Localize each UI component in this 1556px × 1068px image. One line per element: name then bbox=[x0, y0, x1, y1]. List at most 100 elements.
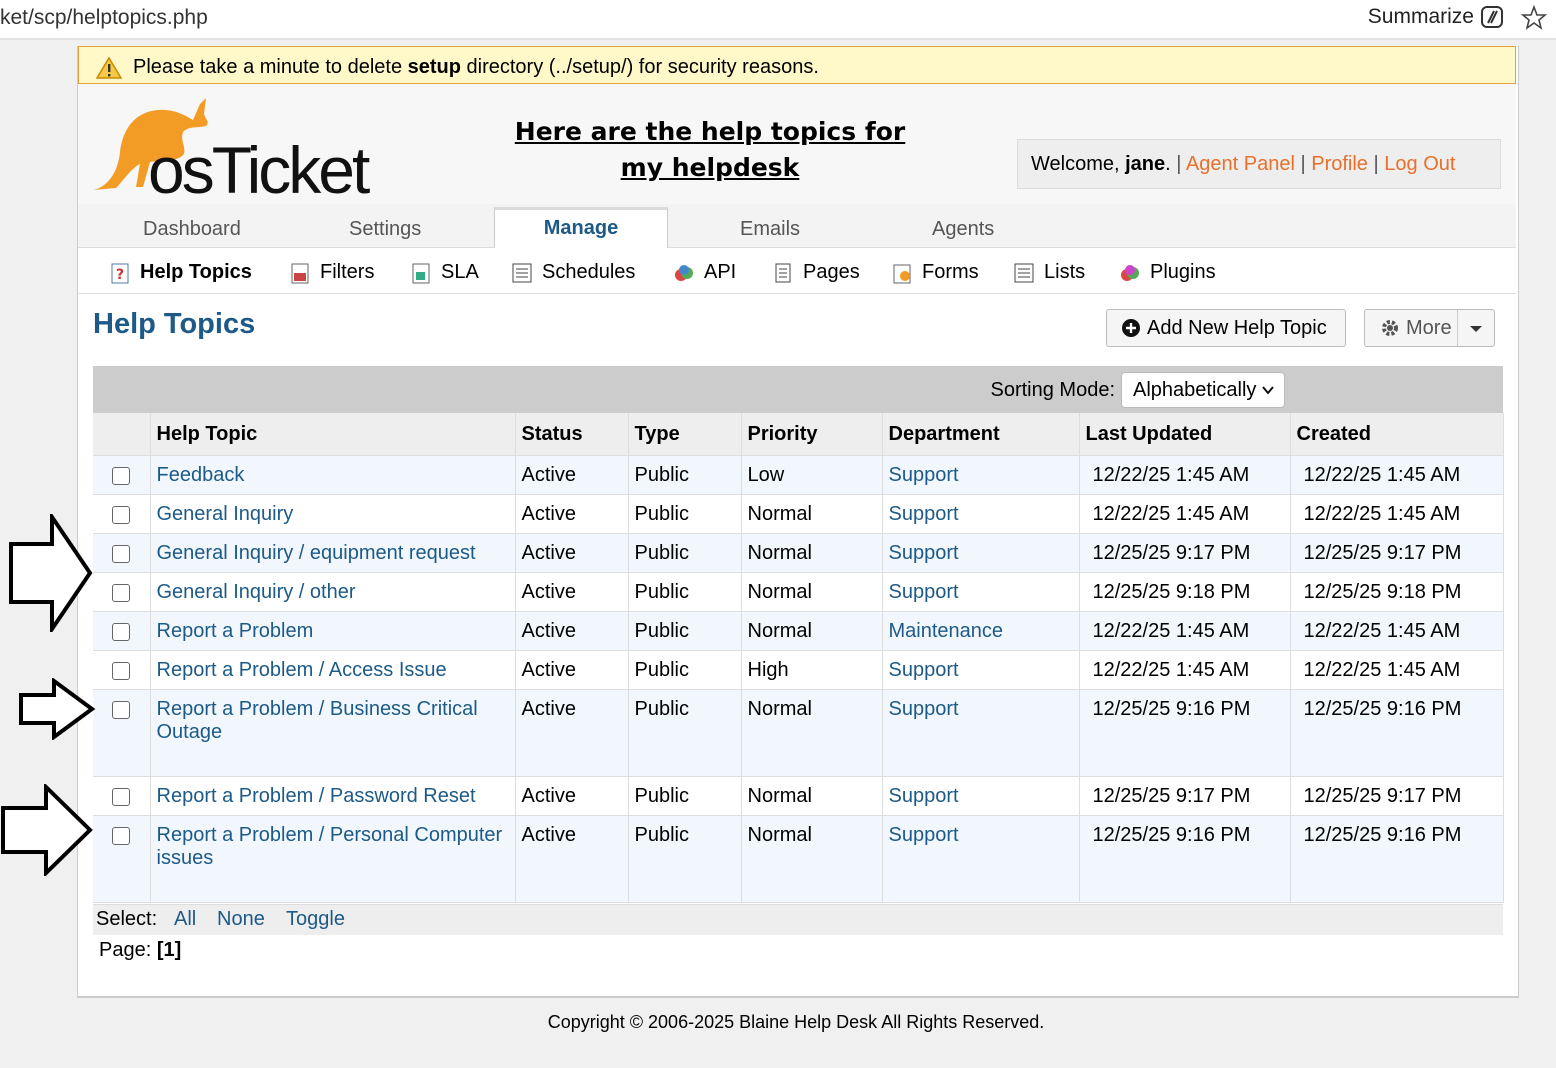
subnav-schedules[interactable]: Schedules bbox=[511, 261, 635, 284]
tab-emails[interactable]: Emails bbox=[740, 218, 800, 241]
department-link[interactable]: Support bbox=[889, 698, 959, 720]
row-checkbox[interactable] bbox=[112, 506, 131, 524]
help-topics-table: Help Topic Status Type Priority Departme… bbox=[93, 413, 1504, 903]
status-cell: Active bbox=[515, 815, 629, 903]
help-topic-link[interactable]: General Inquiry / equipment request bbox=[157, 542, 476, 564]
main-tabs: Dashboard Settings Manage Emails Agents bbox=[78, 204, 1516, 248]
page-title: Help Topics bbox=[93, 308, 256, 340]
table-row: Report a Problem / Access Issue Active Pub… bbox=[93, 650, 1504, 690]
forms-icon bbox=[893, 264, 911, 283]
created-cell: 12/25/25 9:17 PM bbox=[1290, 776, 1504, 816]
last-updated-cell: 12/25/25 9:16 PM bbox=[1079, 815, 1291, 903]
row-checkbox[interactable] bbox=[112, 701, 131, 719]
help-topic-link[interactable]: Report a Problem / Business Critical Out… bbox=[157, 698, 478, 743]
type-cell: Public bbox=[628, 815, 742, 903]
select-toggle-link[interactable]: Toggle bbox=[286, 908, 345, 931]
help-topic-cell: Feedback bbox=[150, 455, 516, 495]
department-link[interactable]: Support bbox=[889, 824, 959, 846]
tab-manage[interactable]: Manage bbox=[494, 207, 668, 248]
tab-agents[interactable]: Agents bbox=[932, 218, 994, 241]
warning-message: Please take a minute to delete setup dir… bbox=[133, 56, 819, 78]
help-topic-link[interactable]: Report a Problem bbox=[157, 620, 314, 642]
header-last-updated[interactable]: Last Updated bbox=[1079, 413, 1291, 456]
subnav-api[interactable]: API bbox=[673, 261, 736, 284]
created-cell: 12/22/25 1:45 AM bbox=[1290, 494, 1504, 534]
list-icon bbox=[1014, 263, 1034, 282]
subnav-plugins[interactable]: Plugins bbox=[1119, 261, 1216, 284]
help-topic-link[interactable]: Report a Problem / Access Issue bbox=[157, 659, 447, 681]
row-checkbox[interactable] bbox=[112, 662, 131, 680]
more-caret[interactable] bbox=[1457, 310, 1494, 346]
row-checkbox[interactable] bbox=[112, 467, 131, 485]
status-cell: Active bbox=[515, 572, 629, 612]
agent-panel-link[interactable]: Agent Panel bbox=[1186, 153, 1295, 175]
header-priority[interactable]: Priority bbox=[741, 413, 883, 456]
select-all-link[interactable]: All bbox=[174, 908, 196, 931]
priority-cell: High bbox=[741, 650, 883, 690]
type-cell: Public bbox=[628, 776, 742, 816]
subnav-filters[interactable]: Filters bbox=[289, 261, 374, 284]
help-topic-link[interactable]: Report a Problem / Personal Computer iss… bbox=[157, 824, 503, 869]
department-link[interactable]: Maintenance bbox=[889, 620, 1004, 642]
profile-link[interactable]: Profile bbox=[1311, 153, 1368, 175]
row-checkbox[interactable] bbox=[112, 788, 131, 806]
subnav-lists[interactable]: Lists bbox=[1013, 261, 1085, 284]
subnav-pages[interactable]: Pages bbox=[772, 261, 860, 284]
status-cell: Active bbox=[515, 533, 629, 573]
header-created[interactable]: Created bbox=[1290, 413, 1504, 456]
sorting-mode-select[interactable]: Alphabetically bbox=[1121, 372, 1285, 408]
row-checkbox-cell bbox=[93, 494, 151, 534]
subnav-sla[interactable]: SLA bbox=[410, 261, 479, 284]
summarize-button[interactable]: Summarize bbox=[1368, 5, 1474, 29]
help-topic-link[interactable]: Report a Problem / Password Reset bbox=[157, 785, 476, 807]
row-checkbox[interactable] bbox=[112, 827, 131, 845]
department-link[interactable]: Support bbox=[889, 542, 959, 564]
created-cell: 12/25/25 9:17 PM bbox=[1290, 533, 1504, 573]
table-row: General Inquiry Active Public Normal Support… bbox=[93, 494, 1504, 534]
help-topic-link[interactable]: General Inquiry bbox=[157, 503, 294, 525]
help-topic-link[interactable]: General Inquiry / other bbox=[157, 581, 356, 603]
more-dropdown-button[interactable]: More bbox=[1364, 309, 1495, 347]
type-cell: Public bbox=[628, 689, 742, 777]
department-link[interactable]: Support bbox=[889, 503, 959, 525]
help-topic-link[interactable]: Feedback bbox=[157, 464, 245, 486]
page-container: Please take a minute to delete setup dir… bbox=[77, 46, 1519, 998]
arrow-right-icon bbox=[1, 784, 93, 876]
summarize-icon[interactable] bbox=[1478, 3, 1506, 31]
row-checkbox[interactable] bbox=[112, 584, 131, 602]
tab-dashboard[interactable]: Dashboard bbox=[143, 218, 241, 241]
select-label: Select: bbox=[96, 908, 158, 930]
department-link[interactable]: Support bbox=[889, 785, 959, 807]
select-none-link[interactable]: None bbox=[217, 908, 265, 931]
header-department[interactable]: Department bbox=[882, 413, 1080, 456]
row-checkbox[interactable] bbox=[112, 623, 131, 641]
department-link[interactable]: Support bbox=[889, 659, 959, 681]
logout-link[interactable]: Log Out bbox=[1384, 153, 1455, 175]
current-page[interactable]: [1] bbox=[157, 939, 181, 961]
status-cell: Active bbox=[515, 611, 629, 651]
header-status[interactable]: Status bbox=[515, 413, 629, 456]
department-cell: Support bbox=[882, 572, 1080, 612]
svg-text:osTicket: osTicket bbox=[148, 133, 370, 197]
row-checkbox[interactable] bbox=[112, 545, 131, 563]
department-cell: Support bbox=[882, 815, 1080, 903]
status-cell: Active bbox=[515, 689, 629, 777]
department-link[interactable]: Support bbox=[889, 581, 959, 603]
help-topic-cell: General Inquiry / other bbox=[150, 572, 516, 612]
tab-settings[interactable]: Settings bbox=[349, 218, 421, 241]
url-text[interactable]: ket/scp/helptopics.php bbox=[0, 6, 208, 30]
department-link[interactable]: Support bbox=[889, 464, 959, 486]
priority-cell: Normal bbox=[741, 494, 883, 534]
subnav-forms[interactable]: Forms bbox=[891, 261, 979, 284]
help-topics-table-box: Sorting Mode: Alphabetically Help Topic … bbox=[93, 366, 1504, 935]
subnav-help-topics[interactable]: ? Help Topics bbox=[109, 261, 252, 284]
last-updated-cell: 12/25/25 9:17 PM bbox=[1079, 533, 1291, 573]
add-help-topic-button[interactable]: Add New Help Topic bbox=[1106, 309, 1346, 347]
row-checkbox-cell bbox=[93, 776, 151, 816]
osticket-logo[interactable]: osTicket bbox=[88, 92, 388, 197]
arrow-right-icon bbox=[9, 514, 93, 632]
manage-subnav: ? Help Topics Filters SLA Schedules API … bbox=[78, 248, 1516, 294]
header-help-topic[interactable]: Help Topic bbox=[150, 413, 516, 456]
header-type[interactable]: Type bbox=[628, 413, 742, 456]
star-icon[interactable] bbox=[1520, 4, 1548, 32]
